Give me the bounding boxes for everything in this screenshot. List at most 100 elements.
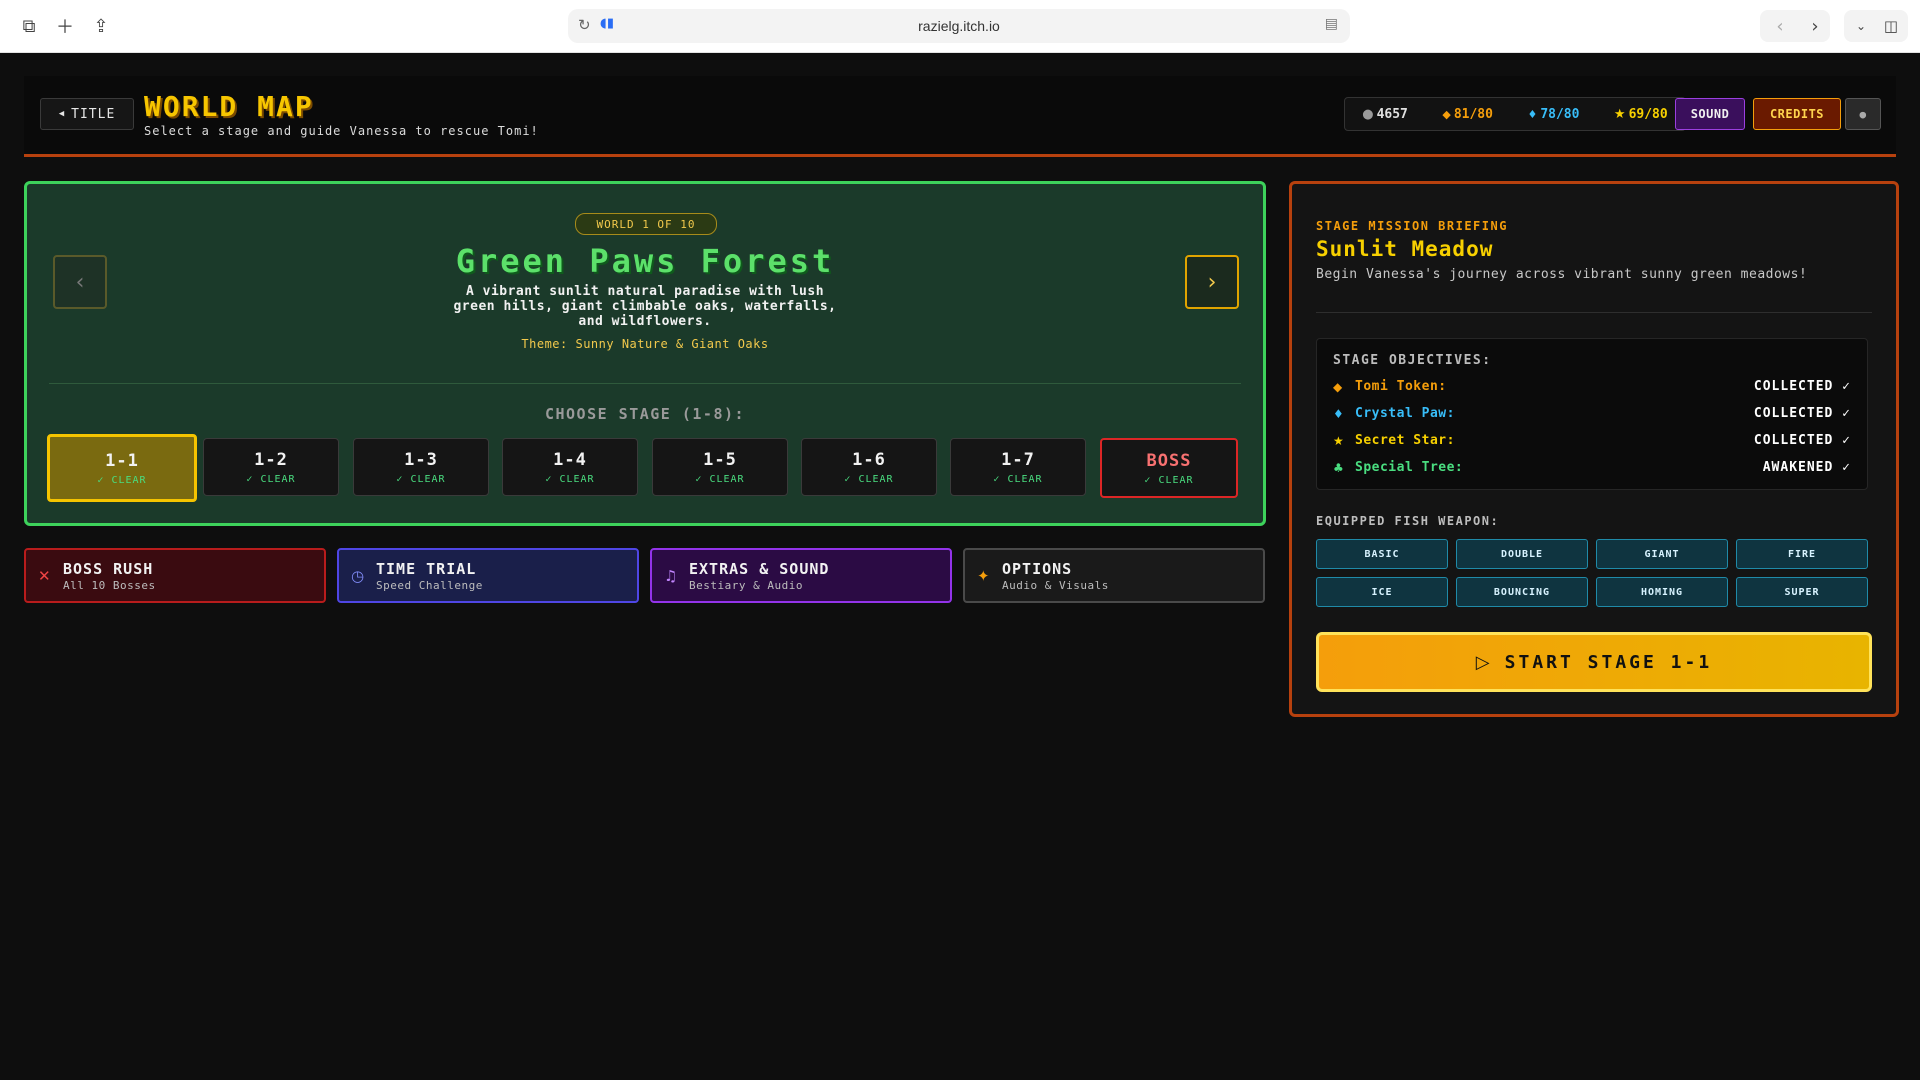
stage-button-1-3[interactable]: 1-3 ✓ CLEAR <box>353 438 489 496</box>
coin-stat: ● 4657 <box>1362 107 1408 122</box>
weapon-bouncing-button[interactable]: BOUNCING <box>1456 577 1588 607</box>
stage-button-1-6[interactable]: 1-6 ✓ CLEAR <box>801 438 937 496</box>
stage-status: ✓ CLEAR <box>993 473 1043 485</box>
world-map-header: ◀ TITLE WORLD MAP Select a stage and gui… <box>24 76 1896 157</box>
stage-label: BOSS <box>1146 450 1192 471</box>
objective-row: ♦ Crystal Paw: COLLECTED ✓ <box>1333 405 1851 425</box>
objective-name: Special Tree: <box>1355 460 1464 475</box>
stage-button-1-1[interactable]: 1-1 ✓ CLEAR <box>47 434 197 502</box>
mission-briefing-panel: STAGE MISSION BRIEFING Sunlit Meadow Beg… <box>1289 181 1899 717</box>
objective-name: Secret Star: <box>1355 433 1455 448</box>
browser-toolbar: ⧉ ＋ ⇪ ↻ ◖▮ razielg.itch.io ▤ ‹ › ⌄ ◫ <box>0 0 1920 53</box>
world-description: A vibrant sunlit natural paradise with l… <box>453 284 837 329</box>
weapon-double-button[interactable]: DOUBLE <box>1456 539 1588 569</box>
cat-icon: ◆ <box>1333 380 1343 394</box>
extras-sound-button[interactable]: ♫ EXTRAS & SOUND Bestiary & Audio <box>650 548 952 603</box>
mode-title: OPTIONS <box>1002 560 1073 578</box>
stage-label: 1-5 <box>703 449 737 470</box>
crystal-count: 78/80 <box>1540 106 1580 122</box>
back-icon[interactable]: ‹ <box>1765 12 1795 40</box>
stage-label: 1-3 <box>404 449 438 470</box>
objective-status: AWAKENED ✓ <box>1762 460 1851 475</box>
divider <box>49 383 1241 384</box>
forward-icon[interactable]: › <box>1800 12 1830 40</box>
mode-subtitle: Bestiary & Audio <box>689 579 803 592</box>
mode-subtitle: Speed Challenge <box>376 579 483 592</box>
settings-dot-icon[interactable]: ● <box>1845 98 1881 130</box>
back-to-title-button[interactable]: ◀ TITLE <box>40 98 134 130</box>
briefing-label: STAGE MISSION BRIEFING <box>1316 219 1508 233</box>
mode-title: BOSS RUSH <box>63 560 154 578</box>
weapon-giant-button[interactable]: GIANT <box>1596 539 1728 569</box>
weapon-fire-button[interactable]: FIRE <box>1736 539 1868 569</box>
token-count: 81/80 <box>1453 106 1493 122</box>
stage-status: ✓ CLEAR <box>844 473 894 485</box>
stage-name: Sunlit Meadow <box>1316 237 1494 261</box>
mode-title: TIME TRIAL <box>376 560 477 578</box>
new-tab-icon[interactable]: ＋ <box>50 12 80 40</box>
weapon-ice-button[interactable]: ICE <box>1316 577 1448 607</box>
stage-button-1-5[interactable]: 1-5 ✓ CLEAR <box>652 438 788 496</box>
stage-button-1-4[interactable]: 1-4 ✓ CLEAR <box>502 438 638 496</box>
share-icon[interactable]: ⇪ <box>86 12 116 40</box>
tree-icon: ♣ <box>1333 461 1344 475</box>
options-button[interactable]: ✦ OPTIONS Audio & Visuals <box>963 548 1265 603</box>
time-trial-button[interactable]: ◷ TIME TRIAL Speed Challenge <box>337 548 639 603</box>
collection-stats: ● 4657 ◆ 81/80 ♦ 78/80 ★ 69/80 <box>1344 97 1686 131</box>
stage-selector: 1-1 ✓ CLEAR 1-2 ✓ CLEAR 1-3 ✓ CLEAR 1-4 … <box>47 434 1241 502</box>
weapon-super-button[interactable]: SUPER <box>1736 577 1868 607</box>
crystal-stat: ♦ 78/80 <box>1527 107 1579 122</box>
sound-button[interactable]: SOUND <box>1675 98 1745 130</box>
mode-subtitle: Audio & Visuals <box>1002 579 1109 592</box>
url-text: razielg.itch.io <box>918 18 1000 34</box>
stage-button-1-2[interactable]: 1-2 ✓ CLEAR <box>203 438 339 496</box>
gem-icon: ♦ <box>1527 107 1538 121</box>
stage-label: 1-2 <box>254 449 288 470</box>
gem-icon: ♦ <box>1333 407 1344 421</box>
objectives-box: STAGE OBJECTIVES: ◆ Tomi Token: COLLECTE… <box>1316 338 1868 490</box>
tab-overview-icon[interactable]: ⧉ <box>14 12 44 40</box>
choose-stage-label: CHOOSE STAGE (1-8): <box>544 405 746 423</box>
stage-button-1-7[interactable]: 1-7 ✓ CLEAR <box>950 438 1086 496</box>
clock-icon: ◷ <box>351 567 365 585</box>
credits-button[interactable]: CREDITS <box>1753 98 1841 130</box>
objective-name: Crystal Paw: <box>1355 406 1455 421</box>
music-note-icon: ♫ <box>664 567 678 585</box>
reader-icon[interactable]: ▤ <box>1325 16 1338 32</box>
objective-row: ♣ Special Tree: AWAKENED ✓ <box>1333 459 1851 479</box>
weapon-basic-button[interactable]: BASIC <box>1316 539 1448 569</box>
start-stage-button[interactable]: ▷ START STAGE 1-1 <box>1316 632 1872 692</box>
cat-icon: ◆ <box>1442 107 1451 121</box>
stage-button-boss[interactable]: BOSS ✓ CLEAR <box>1100 438 1238 498</box>
stage-label: 1-6 <box>852 449 886 470</box>
objective-status: COLLECTED ✓ <box>1753 433 1851 448</box>
stage-status: ✓ CLEAR <box>695 473 745 485</box>
stage-status: ✓ CLEAR <box>396 473 446 485</box>
weapon-label: EQUIPPED FISH WEAPON: <box>1316 514 1500 528</box>
divider <box>1316 312 1872 313</box>
objective-name: Tomi Token: <box>1355 379 1447 394</box>
world-panel: WORLD 1 OF 10 ‹ › Green Paws Forest A vi… <box>24 181 1266 526</box>
stage-status: ✓ CLEAR <box>545 473 595 485</box>
star-stat: ★ 69/80 <box>1614 107 1668 122</box>
sidebar-icon[interactable]: ◫ <box>1876 12 1906 40</box>
mode-subtitle: All 10 Bosses <box>63 579 156 592</box>
stage-status: ✓ CLEAR <box>97 474 147 486</box>
audio-playing-icon[interactable]: ◖▮ <box>600 16 614 31</box>
address-bar[interactable]: ↻ ◖▮ razielg.itch.io ▤ <box>568 9 1350 43</box>
world-badge: WORLD 1 OF 10 <box>575 213 717 235</box>
token-stat: ◆ 81/80 <box>1442 107 1493 122</box>
objectives-title: STAGE OBJECTIVES: <box>1333 353 1492 368</box>
start-stage-label: START STAGE 1-1 <box>1504 651 1713 673</box>
reload-icon[interactable]: ↻ <box>578 16 591 34</box>
stage-label: 1-1 <box>105 450 139 471</box>
weapon-homing-button[interactable]: HOMING <box>1596 577 1728 607</box>
chevron-down-icon[interactable]: ⌄ <box>1846 12 1876 40</box>
boss-rush-button[interactable]: ✕ BOSS RUSH All 10 Bosses <box>24 548 326 603</box>
coin-count: 4657 <box>1376 106 1408 122</box>
stage-label: 1-4 <box>553 449 587 470</box>
world-name: Green Paws Forest <box>455 242 835 280</box>
objective-row: ◆ Tomi Token: COLLECTED ✓ <box>1333 378 1851 398</box>
objective-status: COLLECTED ✓ <box>1753 379 1851 394</box>
left-triangle-icon: ◀ <box>58 109 66 119</box>
